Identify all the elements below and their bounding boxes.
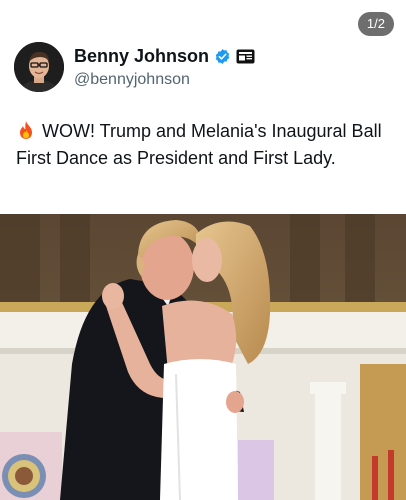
avatar-image: [14, 42, 64, 92]
photo-image: [0, 214, 406, 500]
media-photo[interactable]: [0, 214, 406, 500]
author-names: Benny Johnson @bennyjohnson: [74, 46, 255, 89]
author-block[interactable]: Benny Johnson @bennyjohnson: [14, 42, 255, 92]
post-frame: 1/2 Benny Johnson @bennyjohnson WOW! Tru…: [0, 0, 406, 500]
news-badge-icon[interactable]: [236, 49, 255, 64]
fire-icon: [20, 121, 32, 139]
tweet-text: WOW! Trump and Melania's Inaugural Ball …: [16, 118, 396, 172]
author-handle[interactable]: @bennyjohnson: [74, 71, 255, 89]
media-counter: 1/2: [357, 12, 394, 36]
tweet-body: WOW! Trump and Melania's Inaugural Ball …: [16, 121, 382, 168]
verified-badge-icon[interactable]: [214, 48, 231, 65]
avatar[interactable]: [14, 42, 64, 92]
name-row: Benny Johnson: [74, 46, 255, 68]
display-name[interactable]: Benny Johnson: [74, 46, 209, 67]
